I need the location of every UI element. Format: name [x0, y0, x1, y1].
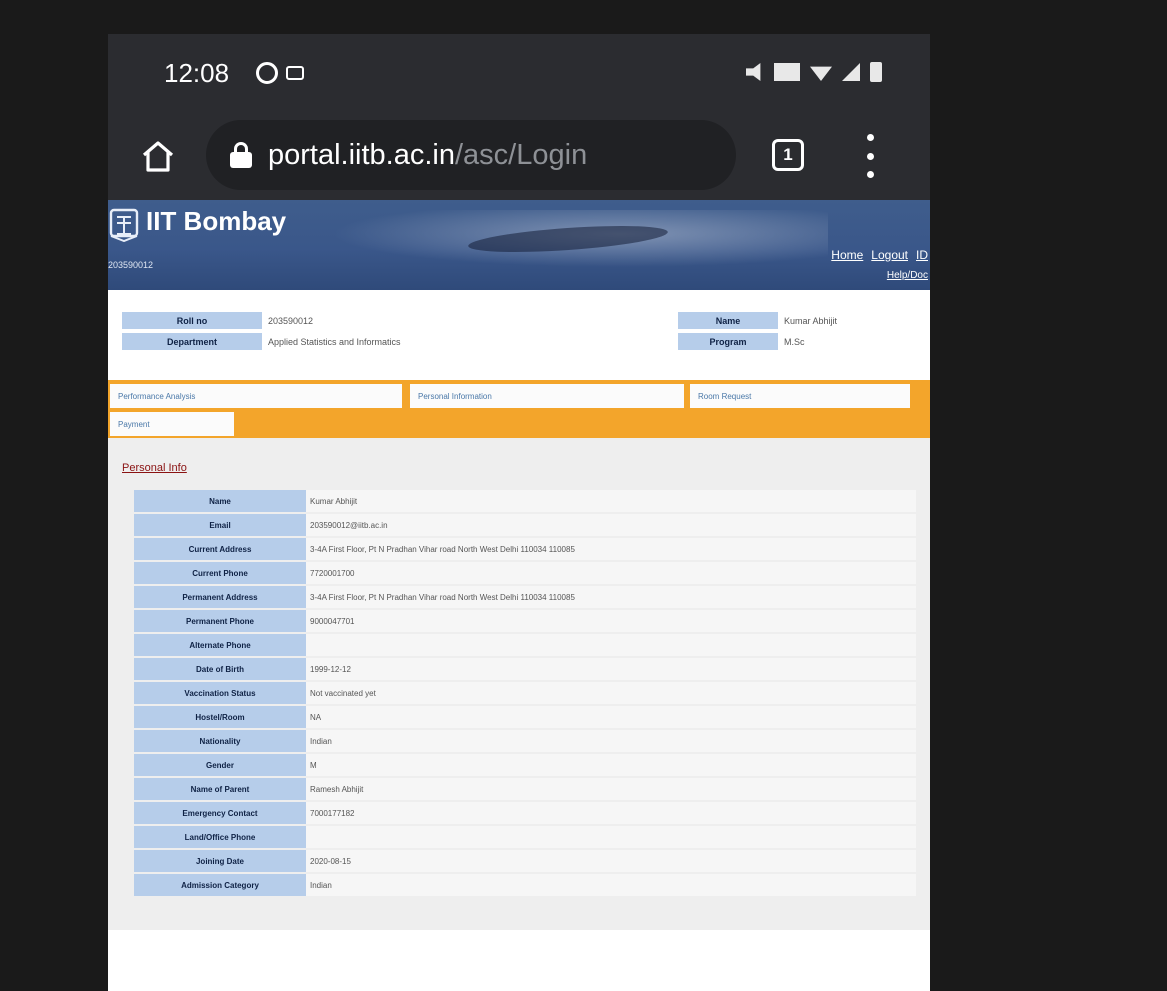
tab-switcher-button[interactable]: 1 — [772, 139, 804, 171]
program-label: Program — [678, 333, 778, 350]
table-row: Permanent Address 3-4A First Floor, Pt N … — [134, 586, 916, 608]
section-title[interactable]: Personal Info — [122, 462, 187, 474]
tab-performance-analysis[interactable]: Performance Analysis — [110, 384, 402, 408]
header-links: Home Logout ID — [831, 248, 928, 262]
program-value: M.Sc — [784, 336, 805, 347]
table-row: Nationality Indian — [134, 730, 916, 752]
home-icon[interactable] — [138, 136, 178, 176]
address-bar[interactable]: portal.iitb.ac.in/asc/Login — [206, 120, 736, 190]
tab-payment[interactable]: Payment — [110, 412, 234, 436]
search-icon — [256, 62, 278, 84]
wifi-icon — [810, 66, 832, 81]
field-label: Current Address — [134, 538, 306, 560]
field-label: Nationality — [134, 730, 306, 752]
field-label: Emergency Contact — [134, 802, 306, 824]
field-label: Permanent Phone — [134, 610, 306, 632]
network-icon — [774, 63, 800, 81]
table-row: Current Phone 7720001700 — [134, 562, 916, 584]
field-value: 2020-08-15 — [306, 850, 916, 872]
status-time: 12:08 — [164, 58, 230, 88]
field-value: 9000047701 — [306, 610, 916, 632]
field-label: Permanent Address — [134, 586, 306, 608]
table-row: Alternate Phone — [134, 634, 916, 656]
table-row: Admission Category Indian — [134, 874, 916, 896]
table-row: Vaccination Status Not vaccinated yet — [134, 682, 916, 704]
site-title: IIT Bombay — [146, 206, 287, 236]
field-value: 7000177182 — [306, 802, 916, 824]
department-value: Applied Statistics and Informatics — [268, 336, 401, 347]
field-value — [306, 634, 916, 656]
field-label: Name — [134, 490, 306, 512]
field-label: Joining Date — [134, 850, 306, 872]
field-value: 3-4A First Floor, Pt N Pradhan Vihar roa… — [306, 586, 916, 608]
tab-personal-information[interactable]: Personal Information — [410, 384, 684, 408]
phone-screen: 12:08 portal.iitb.ac.in/asc/Login 1 IIT … — [108, 34, 930, 991]
status-bar: 12:08 — [108, 34, 930, 112]
department-label: Department — [122, 333, 262, 350]
field-value: 7720001700 — [306, 562, 916, 584]
field-label: Name of Parent — [134, 778, 306, 800]
battery-icon — [870, 62, 882, 82]
personal-info-section: Personal Info Name Kumar Abhijit Email 2035… — [108, 438, 930, 930]
table-row: Name of Parent Ramesh Abhijit — [134, 778, 916, 800]
field-value — [306, 826, 916, 848]
more-options-icon[interactable] — [860, 134, 880, 178]
field-label: Alternate Phone — [134, 634, 306, 656]
table-row: Emergency Contact 7000177182 — [134, 802, 916, 824]
field-value: Ramesh Abhijit — [306, 778, 916, 800]
field-value: 1999-12-12 — [306, 658, 916, 680]
help-link[interactable]: Help/Doc — [887, 270, 928, 281]
name-value: Kumar Abhijit — [784, 315, 838, 326]
table-row: Joining Date 2020-08-15 — [134, 850, 916, 872]
lock-icon — [230, 142, 252, 168]
table-row: Land/Office Phone — [134, 826, 916, 848]
name-label: Name — [678, 312, 778, 329]
table-row: Hostel/Room NA — [134, 706, 916, 728]
header-roll-number: 203590012 — [108, 260, 154, 270]
roll-no-label: Roll no — [122, 312, 262, 329]
field-value: Indian — [306, 874, 916, 896]
field-label: Admission Category — [134, 874, 306, 896]
personal-info-table: Name Kumar Abhijit Email 203590012@iitb.ac.… — [134, 488, 916, 898]
system-icons — [746, 62, 882, 82]
browser-toolbar: portal.iitb.ac.in/asc/Login 1 — [108, 112, 930, 200]
table-row: Permanent Phone 9000047701 — [134, 610, 916, 632]
field-label: Land/Office Phone — [134, 826, 306, 848]
table-row: Date of Birth 1999-12-12 — [134, 658, 916, 680]
signal-icon — [842, 63, 860, 81]
field-value: M — [306, 754, 916, 776]
roll-no-value: 203590012 — [268, 315, 314, 326]
field-value: 203590012@iitb.ac.in — [306, 514, 916, 536]
field-label: Gender — [134, 754, 306, 776]
table-row: Gender M — [134, 754, 916, 776]
logout-link[interactable]: Logout — [871, 248, 908, 262]
field-label: Hostel/Room — [134, 706, 306, 728]
tab-room-request[interactable]: Room Request — [690, 384, 910, 408]
field-value: NA — [306, 706, 916, 728]
table-row: Name Kumar Abhijit — [134, 490, 916, 512]
field-value: Indian — [306, 730, 916, 752]
mute-icon — [746, 63, 761, 81]
field-value: Kumar Abhijit — [306, 490, 916, 512]
field-value: 3-4A First Floor, Pt N Pradhan Vihar roa… — [306, 538, 916, 560]
field-label: Current Phone — [134, 562, 306, 584]
url-path: /asc/Login — [455, 138, 588, 171]
field-label: Date of Birth — [134, 658, 306, 680]
iitb-logo-icon — [109, 208, 139, 242]
field-value: Not vaccinated yet — [306, 682, 916, 704]
table-row: Current Address 3-4A First Floor, Pt N Pr… — [134, 538, 916, 560]
url-domain: portal.iitb.ac.in — [268, 138, 455, 171]
student-info: Roll no 203590012 Department Applied Sta… — [108, 290, 930, 382]
notification-icon — [286, 66, 304, 80]
home-link[interactable]: Home — [831, 248, 863, 262]
field-label: Vaccination Status — [134, 682, 306, 704]
tab-bar: Performance Analysis Personal Informatio… — [108, 380, 930, 438]
field-label: Email — [134, 514, 306, 536]
site-banner: IIT Bombay 203590012 Home Logout ID Help… — [108, 200, 930, 290]
id-link[interactable]: ID — [916, 248, 928, 262]
table-row: Email 203590012@iitb.ac.in — [134, 514, 916, 536]
